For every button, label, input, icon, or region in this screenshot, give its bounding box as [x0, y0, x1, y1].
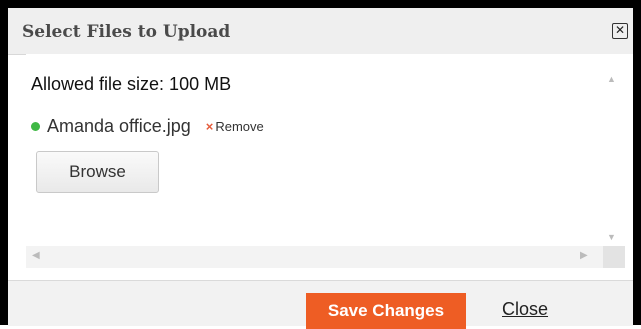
- file-name: Amanda office.jpg: [47, 115, 191, 136]
- scroll-right-icon[interactable]: ▶: [580, 250, 588, 261]
- dialog-title: Select Files to Upload: [22, 22, 231, 42]
- horizontal-scrollbar[interactable]: ◀ ▶: [26, 246, 603, 268]
- close-link[interactable]: Close: [502, 299, 548, 320]
- scrollbar-corner: [603, 246, 625, 268]
- upload-dialog: Select Files to Upload ✕ Allowed file si…: [0, 0, 641, 329]
- dialog-footer: Save Changes Close: [8, 280, 633, 329]
- scroll-down-icon[interactable]: ▼: [607, 232, 616, 242]
- save-changes-button[interactable]: Save Changes: [306, 293, 466, 329]
- allowed-file-size-label: Allowed file size: 100 MB: [31, 74, 232, 94]
- scroll-left-icon[interactable]: ◀: [32, 250, 40, 261]
- browse-button[interactable]: Browse: [36, 151, 159, 193]
- file-list-item: Amanda office.jpg × Remove: [31, 114, 264, 138]
- remove-file-button[interactable]: × Remove: [206, 119, 264, 134]
- scroll-up-icon[interactable]: ▲: [607, 74, 616, 84]
- vertical-scrollbar[interactable]: ▲ ▼: [603, 68, 621, 263]
- remove-x-icon: ×: [205, 118, 214, 134]
- status-dot-icon: [31, 121, 40, 131]
- dialog-content: Allowed file size: 100 MB Amanda office.…: [26, 54, 633, 268]
- remove-label: Remove: [215, 118, 264, 134]
- close-icon[interactable]: ✕: [612, 23, 628, 39]
- dialog-titlebar: Select Files to Upload ✕: [8, 8, 633, 55]
